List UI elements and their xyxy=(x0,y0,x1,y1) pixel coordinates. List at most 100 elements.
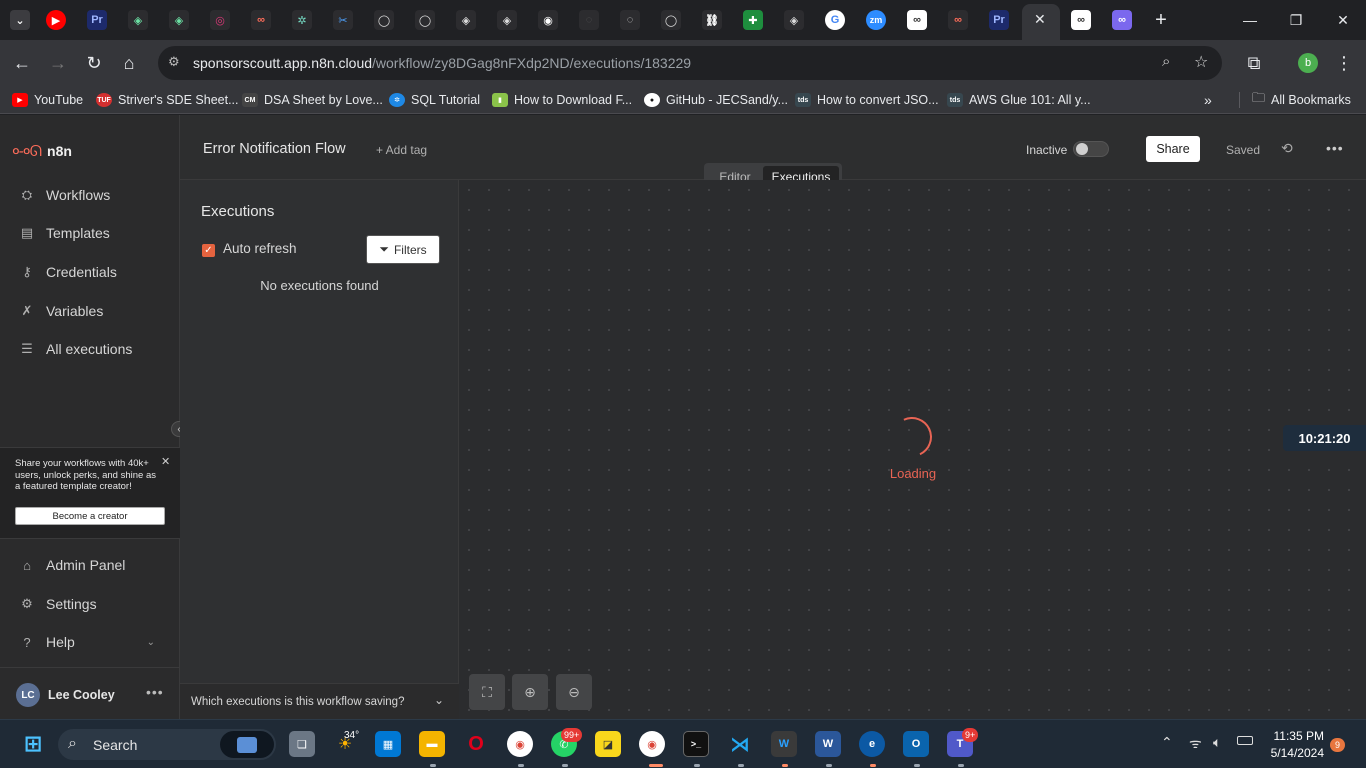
bookmarks-overflow-icon[interactable]: » xyxy=(1204,91,1212,109)
chevron-up-icon[interactable]: ⌃ xyxy=(1161,734,1173,751)
auto-refresh-checkbox[interactable]: ✓ xyxy=(202,244,215,257)
window-close-icon[interactable]: ✕ xyxy=(1331,8,1355,32)
user-more-icon[interactable]: ••• xyxy=(146,684,164,700)
terminal-icon[interactable]: >_ xyxy=(683,731,709,757)
saving-settings-toggle[interactable]: Which executions is this workflow saving… xyxy=(180,683,459,719)
site-info-icon[interactable]: ⚙ xyxy=(168,54,180,70)
bookmark-github[interactable]: ● GitHub - JECSand/y... xyxy=(644,91,788,109)
loading-icon[interactable]: ◌ xyxy=(620,10,640,30)
store-icon[interactable]: ▦ xyxy=(375,731,401,757)
sidebar-item-help[interactable]: ? Help ⌄ xyxy=(20,630,155,654)
activation-toggle[interactable] xyxy=(1073,141,1109,157)
sidebar-item-admin-panel[interactable]: ⌂ Admin Panel xyxy=(20,553,125,577)
maximize-icon[interactable]: ❐ xyxy=(1284,8,1308,32)
sidebar-item-credentials[interactable]: ⚷ Credentials xyxy=(20,260,117,284)
windows-start-icon[interactable]: ⊞ xyxy=(20,731,46,757)
filters-button[interactable]: ⏷ Filters xyxy=(366,235,440,264)
profile-avatar[interactable]: b xyxy=(1298,53,1318,73)
taskbar-search[interactable]: ⌕ Search xyxy=(58,729,276,760)
more-options-icon[interactable]: ••• xyxy=(1326,140,1344,156)
bookmark-star-icon[interactable]: ☆ xyxy=(1194,52,1208,72)
chatgpt-icon[interactable]: ✲ xyxy=(292,10,312,30)
clock-date[interactable]: 5/14/2024 xyxy=(1262,746,1324,760)
home-icon[interactable]: ⌂ xyxy=(117,51,141,75)
chrome-icon[interactable]: ◉ xyxy=(538,10,558,30)
edge-icon[interactable]: e xyxy=(859,731,885,757)
chrome-icon[interactable]: ◉ xyxy=(507,731,533,757)
sidebar-item-all-executions[interactable]: ☰ All executions xyxy=(20,337,132,361)
n8n-icon[interactable]: ∞ xyxy=(907,10,927,30)
sidebar-item-settings[interactable]: ⚙ Settings xyxy=(20,592,96,616)
openai-icon[interactable]: ◈ xyxy=(784,10,804,30)
bookmark-download[interactable]: ▮ How to Download F... xyxy=(492,91,632,109)
workflow-name[interactable]: Error Notification Flow xyxy=(203,141,346,157)
globe-icon[interactable]: ◎ xyxy=(210,10,230,30)
premiere-icon[interactable]: Pr xyxy=(87,10,107,30)
openai-icon[interactable]: ◈ xyxy=(497,10,517,30)
sidebar-item-templates[interactable]: ▤ Templates xyxy=(20,221,110,245)
file-explorer-icon[interactable]: ▬ xyxy=(419,731,445,757)
minimize-icon[interactable]: — xyxy=(1238,8,1262,32)
sticky-notes-icon[interactable]: ◪ xyxy=(595,731,621,757)
openai-icon[interactable]: ◈ xyxy=(456,10,476,30)
fit-view-icon[interactable]: ⛶ xyxy=(469,674,505,710)
loading-icon[interactable]: ◌ xyxy=(579,10,599,30)
battery-icon[interactable] xyxy=(1237,736,1253,745)
all-bookmarks[interactable]: 🗀 All Bookmarks xyxy=(1252,90,1351,109)
zoom-lens-icon[interactable]: ⌕ xyxy=(1162,53,1170,70)
back-icon[interactable]: ← xyxy=(10,51,34,75)
tab-search-icon[interactable]: ⌄ xyxy=(10,10,30,30)
workflow-canvas[interactable]: Loading 10:21:20 ⛶ ⊕ ⊖ xyxy=(459,180,1366,719)
bookmark-sql[interactable]: ✲ SQL Tutorial xyxy=(389,91,480,109)
word-pad-icon[interactable]: W xyxy=(771,731,797,757)
clock-time[interactable]: 11:35 PM xyxy=(1268,729,1324,743)
github-icon[interactable]: ◯ xyxy=(415,10,435,30)
new-tab-icon[interactable]: + xyxy=(1149,8,1173,32)
become-creator-button[interactable]: Become a creator xyxy=(15,507,165,525)
chrome-profile-icon[interactable]: ◉ xyxy=(639,731,665,757)
user-menu[interactable]: LC Lee Cooley ••• xyxy=(0,667,180,719)
n8n-logo[interactable]: ०-०ᘏ n8n xyxy=(12,141,72,161)
premiere-icon[interactable]: Pr xyxy=(989,10,1009,30)
opera-icon[interactable]: O xyxy=(463,731,489,757)
add-tag-button[interactable]: + Add tag xyxy=(376,143,427,157)
promo-close-icon[interactable]: ✕ xyxy=(161,455,170,468)
volume-icon[interactable]: 🔈︎ xyxy=(1213,734,1221,751)
bookmark-json[interactable]: tds How to convert JSO... xyxy=(795,91,939,109)
bookmark-striver[interactable]: TUF Striver's SDE Sheet... xyxy=(96,91,238,109)
google-icon[interactable]: G xyxy=(825,10,845,30)
reload-icon[interactable]: ↻ xyxy=(82,51,106,75)
menu-icon[interactable]: ⋮ xyxy=(1332,51,1356,75)
n8n-icon[interactable]: ∞ xyxy=(948,10,968,30)
zoom-icon[interactable]: zm xyxy=(866,10,886,30)
n8n-icon[interactable]: ∞ xyxy=(1112,10,1132,30)
youtube-icon[interactable]: ▶ xyxy=(46,10,66,30)
openai-icon[interactable]: ◈ xyxy=(169,10,189,30)
forward-icon[interactable]: → xyxy=(46,51,70,75)
vscode-icon[interactable]: ⋊ xyxy=(727,731,753,757)
sidebar-item-workflows[interactable]: ⛭ Workflows xyxy=(20,183,111,207)
share-button[interactable]: Share xyxy=(1146,136,1200,162)
openai-icon[interactable]: ◈ xyxy=(128,10,148,30)
notification-count[interactable]: 9 xyxy=(1330,738,1345,752)
bookmark-dsa[interactable]: CM DSA Sheet by Love... xyxy=(242,91,383,109)
n8n-icon[interactable]: ∞ xyxy=(251,10,271,30)
outlook-icon[interactable]: O xyxy=(903,731,929,757)
history-icon[interactable]: ⟲ xyxy=(1281,140,1293,157)
zoom-in-icon[interactable]: ⊕ xyxy=(512,674,548,710)
wifi-icon[interactable]: ᯤ xyxy=(1189,734,1202,753)
zoom-out-icon[interactable]: ⊖ xyxy=(556,674,592,710)
close-icon[interactable]: ✕ xyxy=(1034,11,1046,28)
auto-refresh-label[interactable]: Auto refresh xyxy=(223,241,297,256)
word-icon[interactable]: W xyxy=(815,731,841,757)
extensions-icon[interactable]: ⧉ xyxy=(1242,51,1266,75)
link-icon[interactable]: ⛓ xyxy=(702,10,722,30)
bookmark-youtube[interactable]: ▶ YouTube xyxy=(12,91,83,109)
github-icon[interactable]: ◯ xyxy=(374,10,394,30)
sidebar-item-variables[interactable]: ✗ Variables xyxy=(20,299,104,323)
scissors-icon[interactable]: ✂ xyxy=(333,10,353,30)
active-tab[interactable]: ✕ xyxy=(1022,4,1060,40)
github-icon[interactable]: ◯ xyxy=(661,10,681,30)
sheets-icon[interactable]: ✚ xyxy=(743,10,763,30)
bookmark-aws[interactable]: tds AWS Glue 101: All y... xyxy=(947,91,1091,109)
